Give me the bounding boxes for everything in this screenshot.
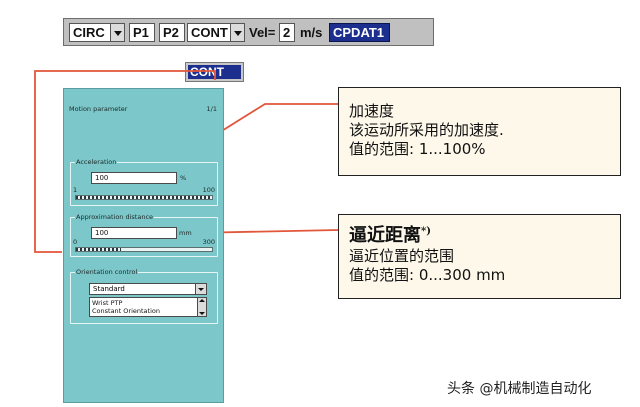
list-item[interactable]: Wrist PTP bbox=[92, 299, 122, 307]
list-item[interactable]: Constant Orientation bbox=[92, 307, 160, 315]
accel-callout-title: 加速度 bbox=[349, 102, 395, 120]
orientation-group: Orientation control Standard Wrist PTP C… bbox=[70, 268, 218, 324]
approximation-label: Approximation distance bbox=[75, 213, 155, 221]
approx-callout-note: *) bbox=[421, 226, 431, 237]
accel-callout-range: 值的范围: 1...100% bbox=[349, 140, 486, 158]
approximation-callout: 逼近距离*) 逼近位置的范围 值的范围: 0...300 mm bbox=[338, 214, 621, 299]
acceleration-group: Acceleration 100 % 1 100 bbox=[70, 158, 218, 206]
orientation-selected: Standard bbox=[93, 285, 125, 293]
approximation-unit: mm bbox=[179, 229, 192, 237]
acceleration-slider[interactable] bbox=[75, 195, 213, 200]
watermark: 头条 @机械制造自动化 bbox=[447, 381, 592, 397]
list-scrollbar[interactable] bbox=[197, 298, 206, 316]
approximation-group: Approximation distance 100 mm 0 300 bbox=[70, 213, 218, 257]
orientation-label: Orientation control bbox=[75, 268, 139, 276]
acceleration-callout: 加速度 该运动所采用的加速度. 值的范围: 1...100% bbox=[338, 87, 621, 176]
acceleration-max: 100 bbox=[202, 186, 215, 194]
scroll-up-icon[interactable] bbox=[199, 299, 205, 302]
acceleration-min: 1 bbox=[73, 186, 78, 194]
approx-callout-desc: 逼近位置的范围 bbox=[349, 247, 455, 265]
accel-callout-desc: 该运动所采用的加速度. bbox=[349, 121, 504, 139]
panel-page-indicator: 1/1 bbox=[206, 105, 217, 113]
scroll-down-icon[interactable] bbox=[199, 312, 205, 315]
orientation-select[interactable]: Standard bbox=[89, 283, 207, 295]
motion-parameter-panel: Motion parameter 1/1 Acceleration 100 % … bbox=[63, 88, 224, 403]
approximation-max: 300 bbox=[202, 238, 215, 246]
approximation-input[interactable]: 100 bbox=[91, 227, 177, 239]
orientation-options-list: Wrist PTP Constant Orientation bbox=[89, 297, 207, 317]
acceleration-slider-fill bbox=[76, 196, 212, 199]
panel-title: Motion parameter bbox=[69, 105, 128, 113]
acceleration-input[interactable]: 100 bbox=[91, 172, 177, 184]
approximation-min: 0 bbox=[73, 238, 78, 246]
approximation-slider[interactable] bbox=[75, 247, 213, 252]
acceleration-label: Acceleration bbox=[75, 158, 118, 166]
chevron-down-icon[interactable] bbox=[195, 284, 206, 294]
approx-callout-title: 逼近距离 bbox=[349, 225, 421, 246]
acceleration-unit: % bbox=[180, 174, 187, 182]
approx-callout-range: 值的范围: 0...300 mm bbox=[349, 266, 506, 284]
approximation-slider-fill bbox=[76, 248, 121, 251]
